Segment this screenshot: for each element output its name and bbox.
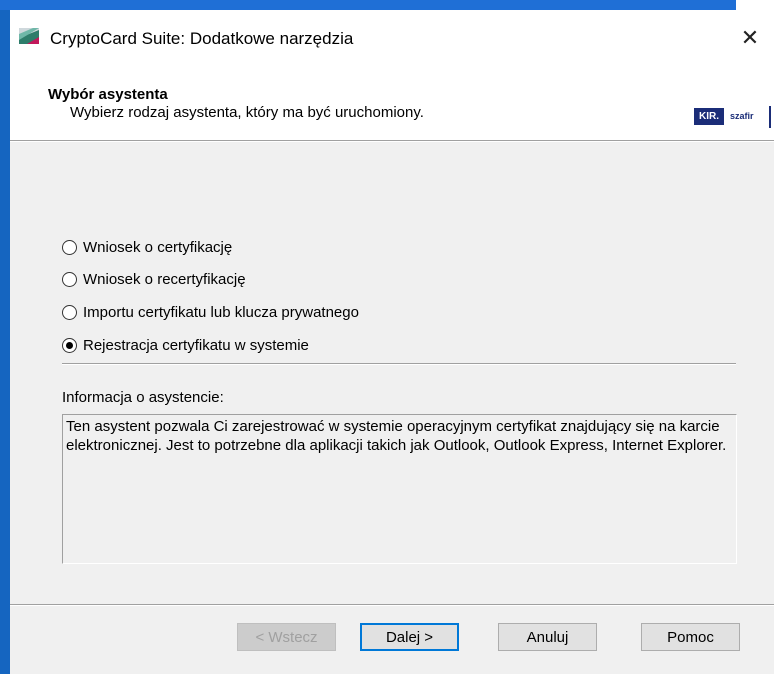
desktop-top-strip [0,0,774,10]
window-title: CryptoCard Suite: Dodatkowe narzędzia [50,29,354,48]
option-register-certificate[interactable]: Rejestracja certyfikatu w systemie [62,334,309,356]
radio-button[interactable] [62,304,77,320]
option-certification-request[interactable]: Wniosek o certyfikację [62,236,232,258]
dialog-window: CryptoCard Suite: Dodatkowe narzędzia ✕ … [10,10,774,674]
wizard-header: Wybór asystenta Wybierz rodzaj asystenta… [10,54,774,140]
wizard-content: Wniosek o certyfikację Wniosek o recerty… [10,142,774,604]
logo-szafir: szafir [730,111,754,121]
close-button[interactable]: ✕ [732,24,768,52]
radio-button[interactable] [62,239,77,255]
logo-bar [769,106,771,128]
header-title: Wybór asystenta [48,86,168,103]
logo-kir: KIR. [694,108,724,125]
option-label: Importu certyfikatu lub klucza prywatneg… [83,303,359,321]
desktop-top-bar [0,0,736,10]
info-label: Informacja o asystencie: [62,389,224,406]
next-button[interactable]: Dalej > [360,623,459,651]
wizard-footer: < Wstecz Dalej > Anuluj Pomoc [10,606,774,674]
option-label: Rejestracja certyfikatu w systemie [83,336,309,354]
cryptocard-app-icon [19,28,39,44]
option-label: Wniosek o certyfikację [83,238,233,256]
help-button[interactable]: Pomoc [641,623,740,651]
option-label: Wniosek o recertyfikację [83,270,246,288]
options-divider [62,363,736,365]
kir-szafir-logo: KIR. szafir [694,106,774,128]
title-bar[interactable]: CryptoCard Suite: Dodatkowe narzędzia ✕ [10,10,774,54]
desktop-left-edge [0,10,10,674]
option-recertification-request[interactable]: Wniosek o recertyfikację [62,268,246,290]
option-import-certificate[interactable]: Importu certyfikatu lub klucza prywatneg… [62,301,359,323]
info-text-box[interactable]: Ten asystent pozwala Ci zarejestrować w … [62,414,737,564]
info-text: Ten asystent pozwala Ci zarejestrować w … [66,418,727,454]
header-subtitle: Wybierz rodzaj asystenta, który ma być u… [70,104,424,121]
close-icon: ✕ [740,25,760,50]
cancel-button[interactable]: Anuluj [498,623,597,651]
radio-button[interactable] [62,271,77,287]
radio-button-selected[interactable] [62,337,77,353]
back-button[interactable]: < Wstecz [237,623,336,651]
